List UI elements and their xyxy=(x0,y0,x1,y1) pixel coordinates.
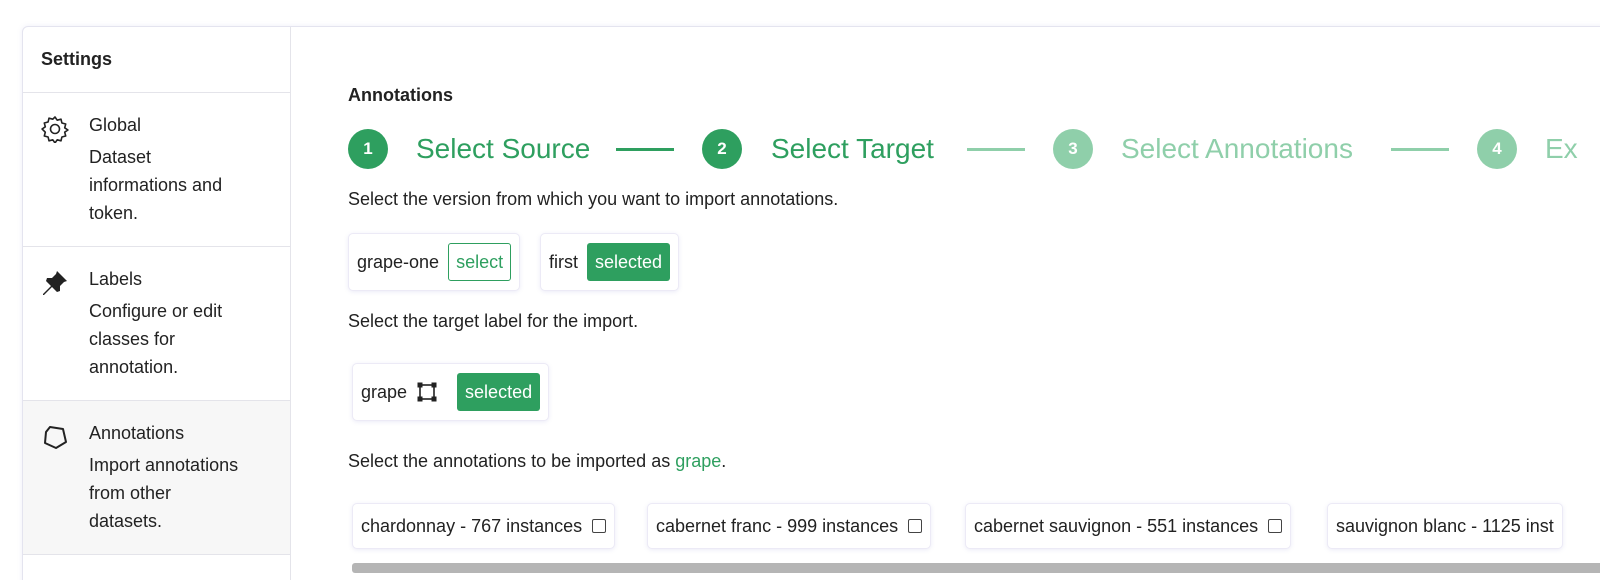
sidebar-item-labels[interactable]: Labels Configure or edit classes for ann… xyxy=(23,247,290,401)
step-2-label[interactable]: Select Target xyxy=(771,133,934,165)
settings-card: Settings Global Dataset informations and… xyxy=(22,26,1600,580)
step-connector xyxy=(1391,148,1449,151)
settings-sidebar: Settings Global Dataset informations and… xyxy=(23,27,291,580)
bounding-box-icon xyxy=(417,382,437,402)
annotation-option-label: chardonnay - 767 instances xyxy=(361,515,583,536)
step-4-label[interactable]: Ex xyxy=(1545,133,1578,165)
step-3-label[interactable]: Select Annotations xyxy=(1121,133,1353,165)
target-instruction: Select the target label for the import. xyxy=(348,311,639,331)
step-4-number[interactable]: 4 xyxy=(1477,129,1517,169)
annotation-checkbox[interactable] xyxy=(1268,519,1283,533)
target-label-highlight: grape xyxy=(675,451,722,471)
annotation-option[interactable]: cabernet sauvignon - 551 instances xyxy=(965,503,1292,549)
annotation-option-label: cabernet franc - 999 instances xyxy=(656,515,899,536)
annotation-option[interactable]: cabernet franc - 999 instances xyxy=(647,503,932,549)
sidebar-item-label: Annotations xyxy=(89,423,185,443)
sidebar-item-label: Labels xyxy=(89,269,143,289)
annotation-checkbox[interactable] xyxy=(592,519,607,533)
annotations-instruction: Select the annotations to be imported as… xyxy=(348,451,726,472)
annotation-option[interactable]: chardonnay - 767 instances xyxy=(352,503,616,549)
sidebar-item-global[interactable]: Global Dataset informations and token. xyxy=(23,93,290,247)
step-1-label[interactable]: Select Source xyxy=(416,133,590,165)
annotation-option-label: sauvignon blanc - 1125 inst xyxy=(1336,515,1554,536)
step-connector xyxy=(967,148,1025,151)
annotations-instruction-text: Select the annotations to be imported as xyxy=(348,451,676,471)
step-1-number[interactable]: 1 xyxy=(348,129,388,169)
sidebar-item-annotations[interactable]: Annotations Import annotations from othe… xyxy=(23,401,290,555)
page-title: Annotations xyxy=(348,85,453,105)
sidebar-title: Settings xyxy=(23,27,290,93)
select-version-button[interactable]: select xyxy=(448,243,512,281)
annotations-instruction-end: . xyxy=(721,451,727,471)
step-3-number[interactable]: 3 xyxy=(1053,129,1093,169)
polygon-icon xyxy=(44,426,67,449)
version-name: first xyxy=(549,251,578,272)
annotation-option-label: cabernet sauvignon - 551 instances xyxy=(974,515,1259,536)
selected-label-button[interactable]: selected xyxy=(457,373,541,411)
pin-icon xyxy=(43,271,67,295)
gear-icon xyxy=(41,116,69,143)
main-panel: Annotations 1 Select Source 2 Select Tar… xyxy=(348,27,1600,580)
sidebar-item-label: Global xyxy=(89,115,142,135)
sidebar-item-description: Dataset informations and token. xyxy=(89,147,223,223)
version-name: grape-one xyxy=(357,251,440,272)
sidebar-item-description: Import annotations from other datasets. xyxy=(89,455,239,531)
sidebar-item-description: Configure or edit classes for annotation… xyxy=(89,301,223,377)
target-label-name: grape xyxy=(361,381,408,402)
step-connector xyxy=(616,148,674,151)
horizontal-scrollbar[interactable] xyxy=(352,563,1600,573)
import-stepper: 1 Select Source 2 Select Target 3 Select… xyxy=(348,129,1600,169)
source-instruction: Select the version from which you want t… xyxy=(348,189,839,209)
target-label-option: grape selected xyxy=(352,363,550,421)
version-option-first: first selected xyxy=(540,233,680,291)
annotation-option[interactable]: sauvignon blanc - 1125 inst xyxy=(1327,503,1563,549)
selected-version-button[interactable]: selected xyxy=(587,243,671,281)
version-option-grape-one: grape-one select xyxy=(348,233,521,291)
step-2-number[interactable]: 2 xyxy=(702,129,742,169)
annotation-checkbox[interactable] xyxy=(908,519,923,533)
